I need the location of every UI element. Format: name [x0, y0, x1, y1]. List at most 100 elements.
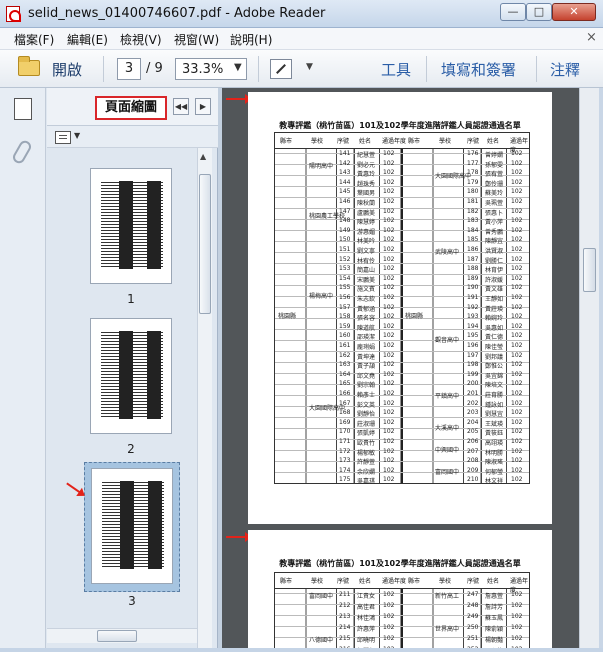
row-year: 102	[511, 178, 523, 186]
row-year: 102	[511, 370, 523, 378]
row-year: 102	[511, 332, 523, 340]
school-cell: 大溪高中	[435, 425, 460, 432]
zoom-select[interactable]: 33.3% ▼	[175, 58, 247, 80]
school-cell: 八德國中	[309, 637, 334, 644]
tools-button[interactable]: 工具	[381, 59, 411, 80]
row-number: 175	[339, 476, 351, 484]
open-button[interactable]: 開啟	[52, 59, 82, 80]
thumbnail-label: 3	[128, 594, 136, 608]
row-number: 190	[467, 284, 479, 292]
thumbnail-page-1[interactable]	[90, 168, 172, 284]
header-school: 學校	[311, 578, 324, 585]
hscrollbar-thumb[interactable]	[97, 630, 137, 642]
title-bar: selid_news_01400746607.pdf - Adobe Reade…	[0, 0, 603, 28]
row-year: 102	[511, 294, 523, 301]
row-name: 劉宗翰	[357, 382, 376, 390]
row-number: 158	[339, 313, 351, 321]
document-view[interactable]: 教專評鑑（桃竹苗區）101及102學年度進階評鑑人員認證通過名單 縣市 學校 序…	[222, 88, 579, 648]
row-year: 102	[383, 399, 395, 407]
row-number: 173	[339, 457, 351, 465]
row-name: 邵瑛潔	[357, 334, 376, 342]
menu-help[interactable]: 說明(H)	[230, 31, 272, 48]
chevron-down-icon[interactable]: ▼	[74, 131, 80, 140]
row-year: 102	[383, 178, 395, 186]
row-number: 185	[467, 236, 479, 244]
fit-page-icon[interactable]	[270, 59, 292, 79]
data-table: 富岡國中 211 江貴女 102 新竹高工 247 詹惠萱 102 212 高佳君 102 248 詹詩…	[274, 588, 530, 648]
thumbnail-hscrollbar[interactable]	[47, 628, 197, 643]
row-name: 許淑媛	[485, 276, 504, 284]
page-thumbnails-icon[interactable]	[10, 94, 32, 120]
thumbnail-scrollbar[interactable]: ▲	[197, 148, 212, 648]
row-name: 彭文英	[357, 401, 376, 409]
row-name: 鍾詠如	[485, 401, 504, 409]
collapse-panel-button[interactable]: ◀◀	[173, 98, 189, 115]
fill-sign-button[interactable]: 填寫和簽署	[441, 59, 516, 80]
row-name: 游惠媚	[357, 228, 376, 236]
menu-edit[interactable]: 編輯(E)	[67, 31, 108, 48]
scrollbar-thumb[interactable]	[199, 174, 211, 314]
row-year: 102	[383, 342, 395, 349]
more-tools-icon[interactable]: ▼	[306, 62, 313, 72]
row-name: 高佳君	[357, 604, 376, 611]
row-number: 196	[467, 342, 479, 349]
row-number: 200	[467, 380, 479, 388]
menu-close-icon[interactable]: ×	[586, 30, 597, 45]
row-number: 154	[339, 274, 351, 282]
school-cell: 富岡國中	[309, 593, 334, 600]
row-name: 鄭惟公	[485, 363, 504, 371]
menu-window[interactable]: 視窗(W)	[174, 31, 219, 48]
panel-header: 頁面縮圖 ◀◀ ▶	[47, 88, 218, 126]
minimize-button[interactable]: —	[500, 3, 526, 21]
options-icon[interactable]	[55, 131, 71, 144]
row-year: 102	[511, 169, 523, 177]
row-year: 102	[383, 246, 395, 253]
row-number: 251	[467, 635, 479, 642]
scroll-up-icon[interactable]: ▲	[200, 152, 206, 161]
school-cell: 武陵高中	[435, 249, 460, 256]
window-title: selid_news_01400746607.pdf - Adobe Reade…	[28, 6, 326, 21]
row-number: 179	[467, 178, 479, 186]
page-number-input[interactable]: 3	[117, 58, 141, 80]
row-number: 202	[467, 399, 479, 407]
next-panel-button[interactable]: ▶	[195, 98, 211, 115]
row-year: 102	[511, 613, 523, 620]
row-name: 陳淑瑤	[485, 459, 504, 467]
row-number: 192	[467, 303, 479, 311]
row-number: 183	[467, 217, 479, 225]
row-number: 155	[339, 284, 351, 292]
comment-button[interactable]: 注釋	[550, 59, 580, 80]
row-year: 102	[511, 236, 523, 244]
attachments-icon[interactable]	[10, 138, 34, 166]
school-cell: 世界高中	[435, 626, 460, 633]
menu-view[interactable]: 檢視(V)	[120, 31, 162, 48]
row-year: 102	[383, 274, 395, 282]
row-name: 劉邦議	[485, 353, 504, 361]
row-number: 153	[339, 265, 351, 273]
school-cell: 陽明高中	[309, 163, 334, 170]
thumbnail-page-3[interactable]	[91, 468, 173, 584]
thumbnail-label: 1	[127, 292, 135, 306]
row-name: 簡嘉山	[357, 267, 376, 275]
row-year: 102	[383, 284, 395, 292]
row-number: 211	[339, 591, 351, 598]
chevron-down-icon[interactable]: ▼	[234, 62, 242, 73]
header-school: 學校	[439, 578, 452, 585]
header-county: 縣市	[408, 138, 421, 145]
thumbnail-page-2[interactable]	[90, 318, 172, 434]
header-number: 序號	[337, 578, 350, 585]
row-name: 莊淑珊	[357, 420, 376, 428]
zoom-value: 33.3%	[182, 62, 224, 77]
close-button[interactable]: ✕	[552, 3, 596, 21]
scrollbar-thumb[interactable]	[583, 248, 596, 292]
row-number: 156	[339, 294, 351, 301]
row-number: 172	[339, 447, 351, 455]
open-folder-icon[interactable]	[18, 56, 40, 76]
row-number: 168	[339, 409, 351, 417]
document-scrollbar[interactable]	[579, 88, 599, 648]
maximize-button[interactable]: □	[526, 3, 552, 21]
row-year: 102	[511, 342, 523, 349]
menu-file[interactable]: 檔案(F)	[14, 31, 54, 48]
toolbar-separator	[536, 56, 537, 82]
row-name: 王斌瑛	[485, 420, 504, 428]
